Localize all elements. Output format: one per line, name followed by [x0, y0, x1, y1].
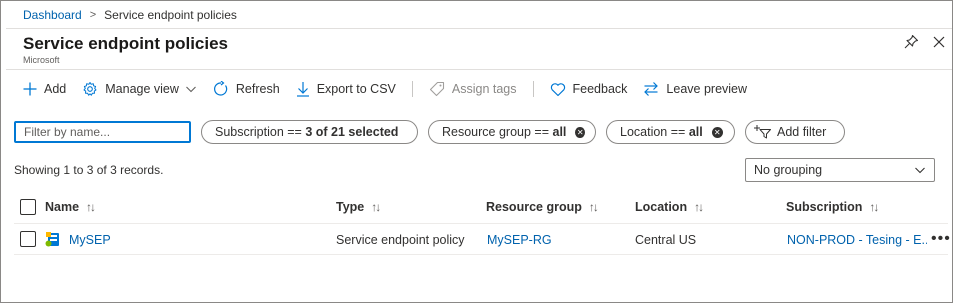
column-header-resource-group-label: Resource group	[486, 200, 582, 214]
grouping-selected-value: No grouping	[754, 163, 823, 177]
download-icon	[296, 82, 309, 97]
breadcrumb: Dashboard > Service endpoint policies	[23, 8, 237, 22]
records-count: Showing 1 to 3 of 3 records.	[14, 163, 164, 177]
location-filter-pill[interactable]: Location == all ✕	[606, 120, 735, 144]
heart-icon	[550, 82, 565, 96]
swap-icon	[644, 82, 659, 96]
column-header-type[interactable]: Type ↑↓	[336, 200, 381, 214]
leave-preview-label: Leave preview	[666, 82, 748, 96]
grouping-dropdown[interactable]: No grouping	[745, 158, 935, 182]
column-header-type-label: Type	[336, 200, 365, 214]
column-header-subscription[interactable]: Subscription ↑↓	[786, 200, 879, 214]
command-bar: Add Manage view Refresh Export to CSV As…	[23, 78, 763, 100]
toolbar-separator	[532, 81, 534, 97]
gear-icon	[83, 82, 97, 96]
column-header-name-label: Name	[45, 200, 80, 214]
subscription-filter-label: Subscription ==	[215, 125, 306, 139]
filter-by-name-input[interactable]	[14, 121, 191, 143]
row-resource-group-link[interactable]: MySEP-RG	[487, 233, 552, 247]
header-divider	[6, 28, 952, 29]
add-button-label: Add	[44, 82, 67, 96]
blade: Dashboard > Service endpoint policies Se…	[0, 0, 953, 303]
leave-preview-button[interactable]: Leave preview	[643, 81, 747, 97]
row-location: Central US	[635, 233, 697, 247]
toolbar-separator	[411, 81, 413, 97]
breadcrumb-dashboard-link[interactable]: Dashboard	[23, 8, 82, 22]
subscription-filter-value: 3 of 21 selected	[305, 125, 399, 139]
filter-icon	[754, 125, 771, 139]
page-subtitle: Microsoft	[23, 55, 60, 65]
column-header-resource-group[interactable]: Resource group ↑↓	[486, 200, 599, 214]
remove-filter-icon[interactable]: ✕	[575, 126, 585, 138]
chevron-down-icon	[915, 167, 925, 174]
location-filter-value: all	[688, 125, 703, 139]
sort-icon: ↑↓	[86, 200, 96, 214]
assign-tags-button[interactable]: Assign tags	[429, 81, 517, 97]
pin-icon[interactable]	[903, 34, 919, 50]
resource-group-filter-pill[interactable]: Resource group == all ✕	[428, 120, 596, 144]
service-endpoint-policy-icon	[45, 232, 59, 247]
location-filter-label: Location ==	[620, 125, 689, 139]
export-csv-label: Export to CSV	[316, 82, 396, 96]
remove-filter-icon[interactable]: ✕	[711, 126, 723, 138]
sort-icon: ↑↓	[694, 200, 704, 214]
feedback-button[interactable]: Feedback	[550, 82, 628, 97]
add-filter-label: Add filter	[777, 125, 827, 139]
add-button[interactable]: Add	[23, 82, 66, 96]
chevron-down-icon	[186, 86, 196, 93]
select-all-checkbox[interactable]	[20, 199, 36, 215]
column-header-name[interactable]: Name ↑↓	[45, 200, 96, 214]
sort-icon: ↑↓	[588, 200, 599, 214]
table-row-divider	[14, 254, 948, 255]
breadcrumb-separator: >	[89, 9, 97, 21]
sort-icon: ↑↓	[869, 200, 879, 214]
export-csv-button[interactable]: Export to CSV	[296, 81, 396, 97]
manage-view-button[interactable]: Manage view	[82, 81, 197, 97]
sort-icon: ↑↓	[371, 200, 381, 214]
assign-tags-label: Assign tags	[451, 82, 517, 96]
more-icon[interactable]: •••	[931, 231, 951, 247]
breadcrumb-current: Service endpoint policies	[104, 8, 237, 22]
column-header-location-label: Location	[635, 200, 688, 214]
table-header-divider	[14, 223, 948, 224]
refresh-icon	[213, 81, 228, 96]
row-subscription-link[interactable]: NON-PROD - Tesing - E...	[787, 233, 927, 247]
refresh-button[interactable]: Refresh	[213, 81, 280, 97]
toolbar-divider	[6, 69, 952, 70]
refresh-label: Refresh	[235, 82, 280, 96]
column-header-location[interactable]: Location ↑↓	[635, 200, 704, 214]
page-title: Service endpoint policies	[23, 34, 229, 53]
subscription-filter-pill[interactable]: Subscription == 3 of 21 selected	[201, 120, 418, 144]
row-checkbox[interactable]	[20, 231, 36, 247]
add-filter-button[interactable]: Add filter	[745, 120, 845, 144]
row-name-link[interactable]: MySEP	[69, 233, 111, 247]
feedback-label: Feedback	[572, 82, 628, 96]
close-icon[interactable]	[931, 34, 947, 50]
column-header-subscription-label: Subscription	[786, 200, 863, 214]
resource-group-filter-value: all	[552, 125, 567, 139]
row-type: Service endpoint policy	[336, 233, 465, 247]
plus-icon	[23, 82, 37, 96]
tag-icon	[429, 81, 444, 97]
manage-view-label: Manage view	[105, 82, 179, 96]
resource-group-filter-label: Resource group ==	[442, 125, 553, 139]
